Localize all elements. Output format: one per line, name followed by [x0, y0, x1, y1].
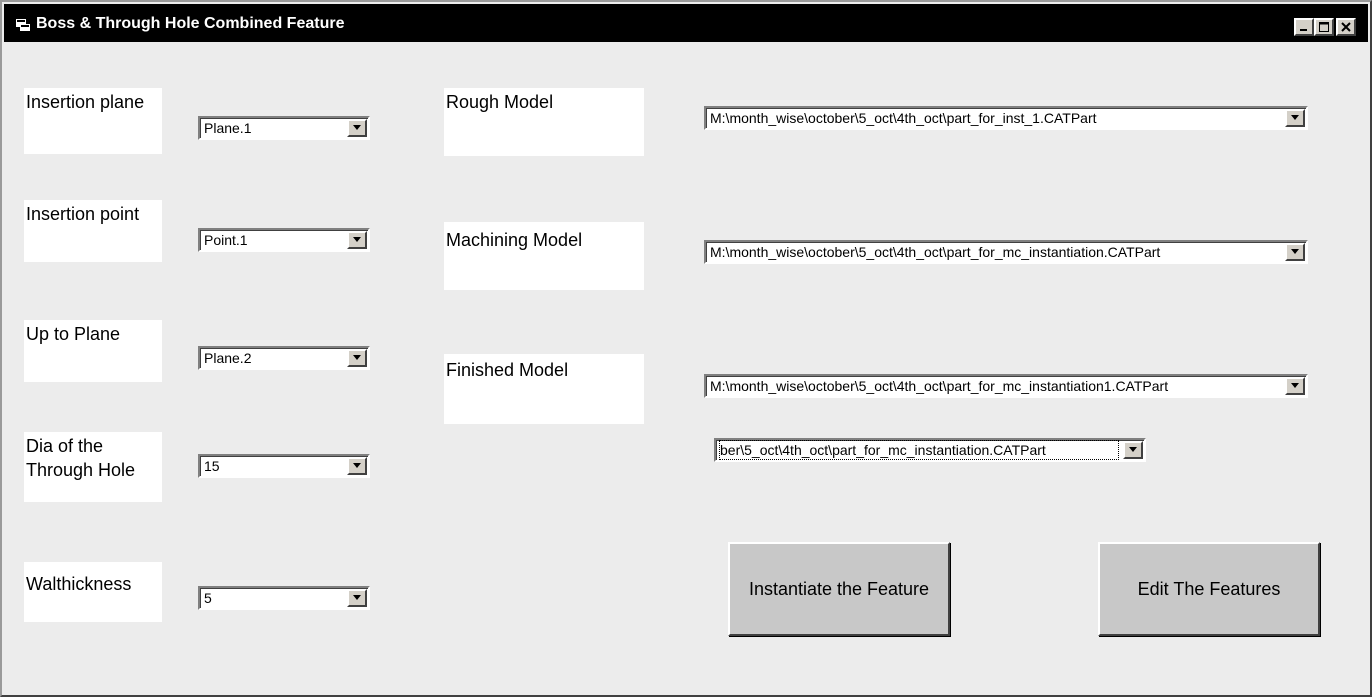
finished-model-combo[interactable]: M:\month_wise\october\5_oct\4th_oct\part… — [704, 374, 1308, 398]
dropdown-button[interactable] — [347, 119, 367, 137]
machining-model-combo[interactable]: M:\month_wise\october\5_oct\4th_oct\part… — [704, 240, 1308, 264]
up-to-plane-label: Up to Plane — [24, 320, 162, 382]
maximize-icon — [1319, 22, 1329, 32]
finished-model-path: M:\month_wise\october\5_oct\4th_oct\part… — [710, 378, 1169, 394]
machining-model-label: Machining Model — [444, 222, 644, 290]
title-bar[interactable]: Boss & Through Hole Combined Feature — [4, 4, 1368, 42]
machining-model-path: M:\month_wise\october\5_oct\4th_oct\part… — [710, 244, 1161, 260]
rough-model-path: M:\month_wise\october\5_oct\4th_oct\part… — [710, 110, 1097, 126]
chevron-down-icon — [353, 463, 361, 468]
chevron-down-icon — [353, 237, 361, 242]
dropdown-button[interactable] — [347, 231, 367, 249]
close-button[interactable] — [1336, 18, 1356, 36]
window-title: Boss & Through Hole Combined Feature — [36, 15, 345, 32]
edit-features-button[interactable]: Edit The Features — [1098, 542, 1320, 636]
insertion-plane-label: Insertion plane — [24, 88, 162, 154]
chevron-down-icon — [1129, 447, 1137, 452]
minimize-icon — [1300, 29, 1307, 31]
chevron-down-icon — [353, 355, 361, 360]
up-to-plane-combo[interactable]: Plane.2 — [198, 346, 370, 370]
up-to-plane-value: Plane.2 — [204, 350, 252, 366]
rough-model-label: Rough Model — [444, 88, 644, 156]
insertion-plane-value: Plane.1 — [204, 120, 252, 136]
chevron-down-icon — [1291, 383, 1299, 388]
insertion-point-value: Point.1 — [204, 232, 248, 248]
maximize-button[interactable] — [1314, 18, 1334, 36]
insertion-point-combo[interactable]: Point.1 — [198, 228, 370, 252]
minimize-button[interactable] — [1294, 18, 1314, 36]
dropdown-button[interactable] — [1285, 109, 1305, 127]
chevron-down-icon — [353, 595, 361, 600]
wallthickness-label: Walthickness — [24, 562, 162, 622]
close-icon — [1341, 22, 1351, 32]
chevron-down-icon — [353, 125, 361, 130]
model-path-value: ber\5_oct\4th_oct\part_for_mc_instantiat… — [719, 440, 1119, 460]
chevron-down-icon — [1291, 115, 1299, 120]
main-window: Boss & Through Hole Combined Feature Ins… — [0, 0, 1372, 697]
dia-through-hole-label: Dia of the Through Hole — [24, 432, 162, 502]
rough-model-combo[interactable]: M:\month_wise\october\5_oct\4th_oct\part… — [704, 106, 1308, 130]
wallthickness-value: 5 — [204, 590, 212, 606]
insertion-plane-combo[interactable]: Plane.1 — [198, 116, 370, 140]
model-path-combo[interactable]: ber\5_oct\4th_oct\part_for_mc_instantiat… — [714, 438, 1146, 462]
insertion-point-label: Insertion point — [24, 200, 162, 262]
dropdown-button[interactable] — [1123, 441, 1143, 459]
dia-through-hole-value: 15 — [204, 458, 220, 474]
dropdown-button[interactable] — [347, 349, 367, 367]
chevron-down-icon — [1291, 249, 1299, 254]
finished-model-label: Finished Model — [444, 354, 644, 424]
app-window-icon — [16, 19, 30, 31]
dropdown-button[interactable] — [1285, 377, 1305, 395]
dia-through-hole-combo[interactable]: 15 — [198, 454, 370, 478]
dropdown-button[interactable] — [347, 589, 367, 607]
dropdown-button[interactable] — [347, 457, 367, 475]
wallthickness-combo[interactable]: 5 — [198, 586, 370, 610]
instantiate-feature-button[interactable]: Instantiate the Feature — [728, 542, 950, 636]
dropdown-button[interactable] — [1285, 243, 1305, 261]
